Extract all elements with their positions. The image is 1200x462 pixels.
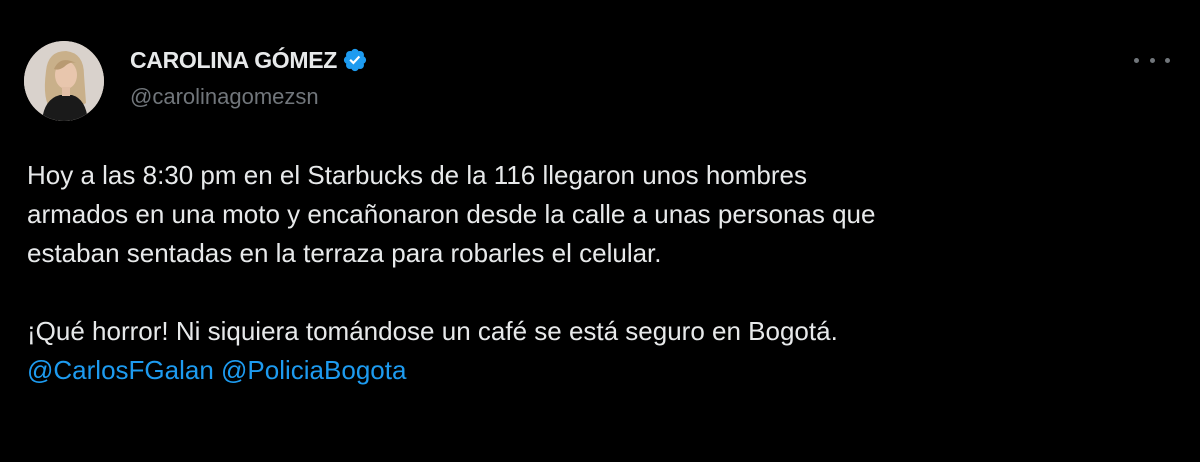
mention-link-policiabogota[interactable]: @PoliciaBogota	[221, 355, 406, 385]
tweet-text: Hoy a las 8:30 pm en el Starbucks de la …	[27, 156, 1177, 390]
user-handle[interactable]: @carolinagomezsn	[130, 84, 319, 110]
display-name[interactable]: CAROLINA GÓMEZ	[130, 47, 337, 74]
mentions-line: @CarlosFGalan @PoliciaBogota	[27, 351, 1177, 390]
avatar-image	[24, 41, 104, 121]
tweet-paragraph-2: ¡Qué horror! Ni siquiera tomándose un ca…	[27, 312, 1177, 390]
dot-icon	[1134, 57, 1139, 63]
tweet-card: CAROLINA GÓMEZ @carolinagomezsn Hoy a la…	[0, 0, 1200, 462]
dot-icon	[1149, 57, 1155, 63]
dot-icon	[1165, 57, 1170, 63]
avatar[interactable]	[24, 41, 104, 121]
verified-badge-icon[interactable]	[342, 47, 368, 73]
tweet-line: estaban sentadas en la terraza para roba…	[27, 238, 662, 268]
tweet-line: Hoy a las 8:30 pm en el Starbucks de la …	[27, 160, 807, 190]
more-options-icon[interactable]	[1134, 48, 1170, 72]
mention-link-carlosfgalan[interactable]: @CarlosFGalan	[27, 355, 214, 385]
tweet-paragraph-1: Hoy a las 8:30 pm en el Starbucks de la …	[27, 156, 1177, 273]
tweet-line: ¡Qué horror! Ni siquiera tomándose un ca…	[27, 316, 838, 346]
name-row: CAROLINA GÓMEZ	[130, 44, 368, 76]
tweet-line: armados en una moto y encañonaron desde …	[27, 199, 876, 229]
